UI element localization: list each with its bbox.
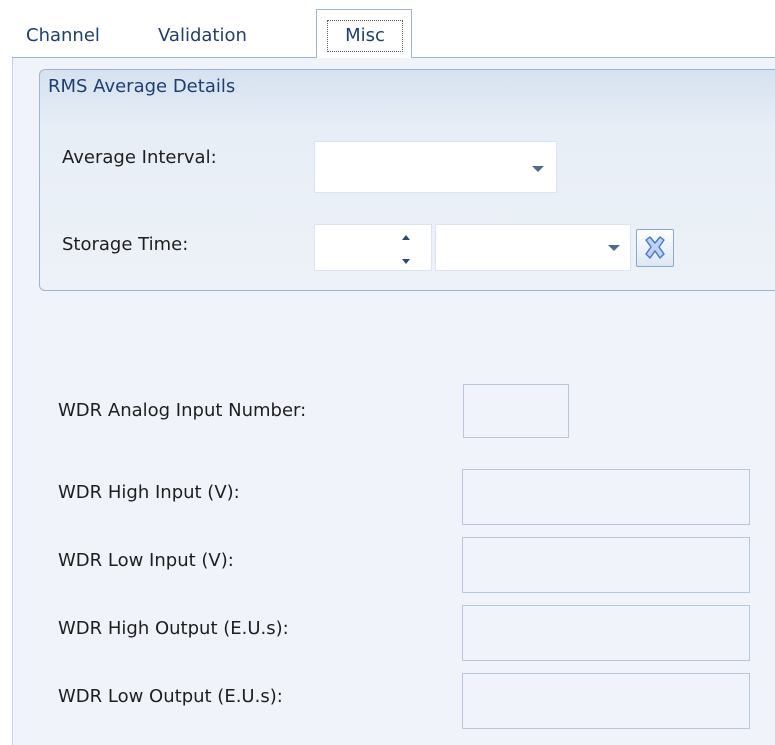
- storage-time-spinner[interactable]: [314, 224, 432, 271]
- wdr-analog-input-number-field[interactable]: [463, 384, 569, 438]
- storage-time-unit-dropdown[interactable]: [435, 224, 631, 271]
- wdr-low-input-field[interactable]: [462, 537, 750, 593]
- tab-validation[interactable]: Validation: [158, 14, 308, 58]
- clear-storage-time-button[interactable]: [636, 229, 674, 267]
- tab-content-panel: RMS Average Details Average Interval: St…: [12, 58, 775, 745]
- wdr-high-output-label: WDR High Output (E.U.s):: [58, 618, 289, 639]
- tab-misc[interactable]: Misc: [316, 9, 412, 58]
- wdr-low-input-label: WDR Low Input (V):: [58, 550, 234, 571]
- tab-misc-label: Misc: [327, 20, 403, 52]
- arrow-down-icon[interactable]: [402, 259, 410, 264]
- clear-x-icon: [645, 236, 665, 259]
- average-interval-label: Average Interval:: [62, 147, 217, 168]
- wdr-high-input-label: WDR High Input (V):: [58, 482, 240, 503]
- tab-strip: Channel Validation Misc: [12, 6, 775, 59]
- wdr-high-output-field[interactable]: [462, 605, 750, 661]
- arrow-up-icon[interactable]: [402, 235, 410, 240]
- wdr-low-output-field[interactable]: [462, 673, 750, 729]
- average-interval-dropdown[interactable]: [314, 141, 557, 193]
- misc-tab-page: Channel Validation Misc RMS Average Deta…: [12, 6, 775, 745]
- group-title: RMS Average Details: [48, 76, 236, 97]
- tab-channel[interactable]: Channel: [26, 14, 136, 58]
- chevron-down-icon: [608, 245, 620, 251]
- rms-average-group: RMS Average Details Average Interval: St…: [39, 69, 775, 291]
- wdr-analog-input-number-label: WDR Analog Input Number:: [58, 400, 307, 421]
- storage-time-label: Storage Time:: [62, 234, 189, 255]
- chevron-down-icon: [532, 166, 544, 172]
- wdr-low-output-label: WDR Low Output (E.U.s):: [58, 686, 283, 707]
- wdr-high-input-field[interactable]: [462, 469, 750, 525]
